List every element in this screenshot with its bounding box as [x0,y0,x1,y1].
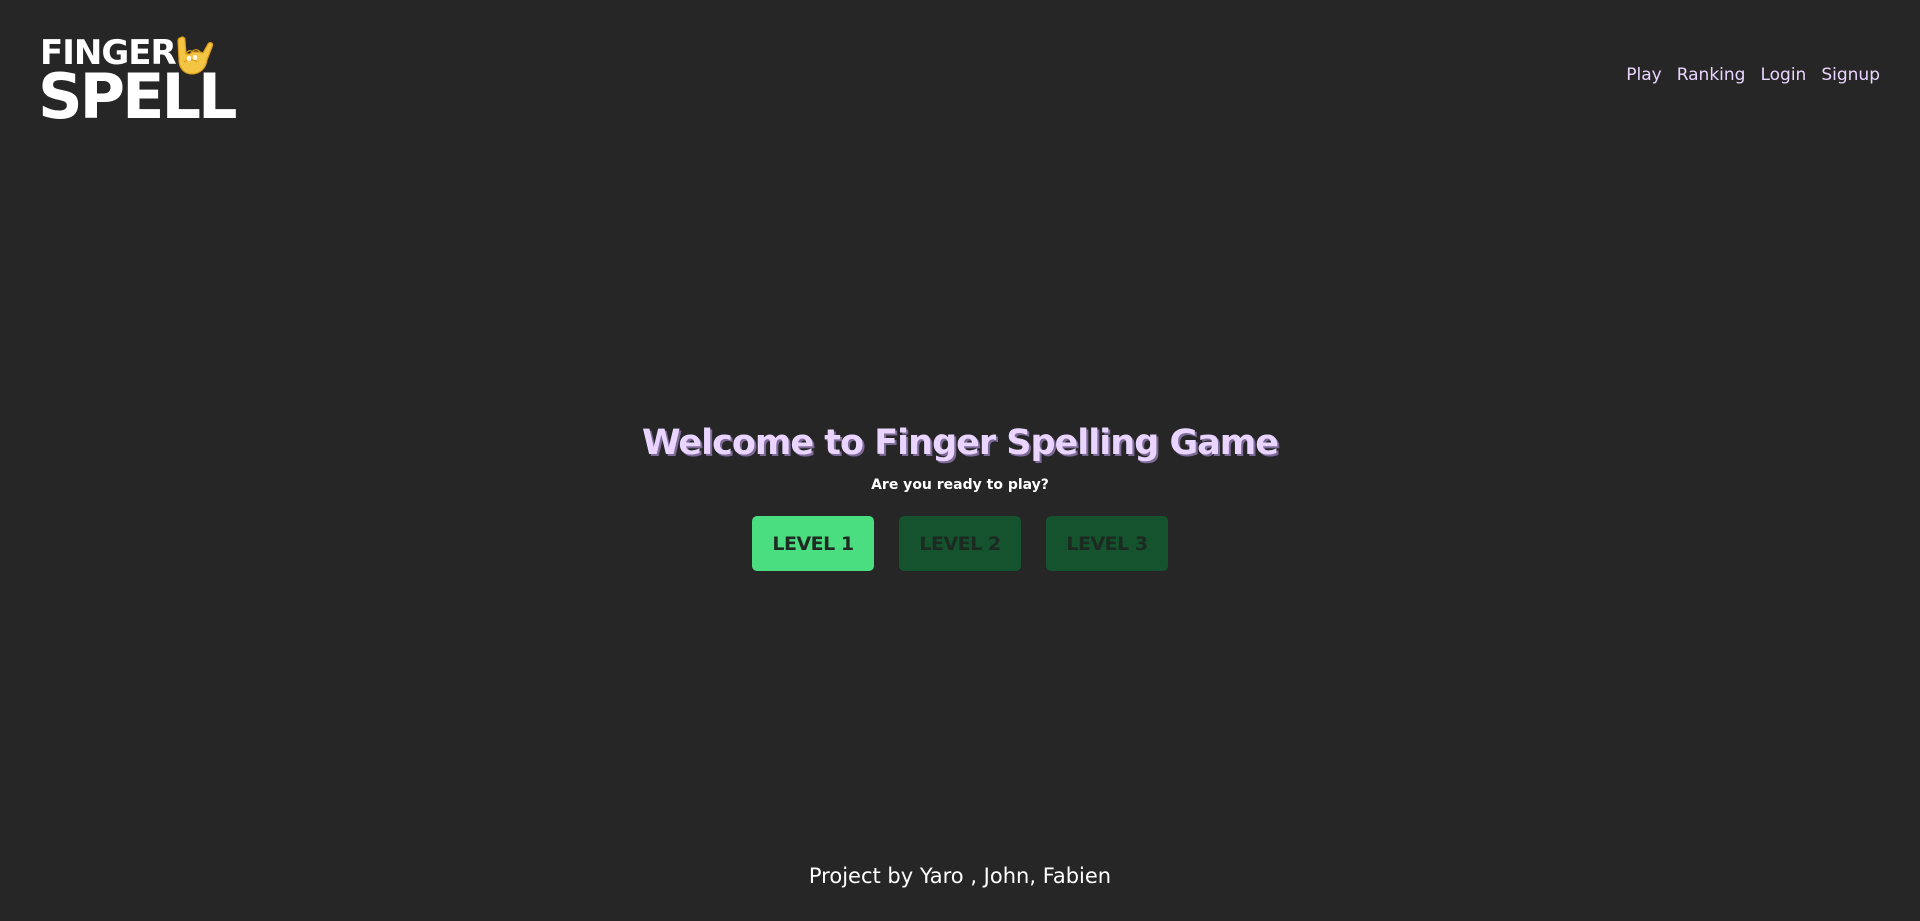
page-subtitle: Are you ready to play? [871,477,1049,493]
nav-link-login[interactable]: Login [1760,65,1806,85]
nav-link-play[interactable]: Play [1626,65,1661,85]
top-nav: Play Ranking Login Signup [1626,65,1880,85]
level-selector: LEVEL 1 LEVEL 2 LEVEL 3 [0,516,1920,571]
footer-credits: Project by Yaro , John, Fabien [808,864,1112,888]
level-1-button[interactable]: LEVEL 1 [752,516,874,571]
nav-link-ranking[interactable]: Ranking [1677,65,1746,85]
hero-section: Welcome to Finger Spelling Game Are you … [0,418,1920,571]
level-3-button[interactable]: LEVEL 3 [1046,516,1168,571]
nav-link-signup[interactable]: Signup [1821,65,1880,85]
rock-hand-icon [177,36,214,75]
logo[interactable]: FINGER SPELL [38,30,237,130]
level-2-button[interactable]: LEVEL 2 [899,516,1021,571]
page-title: Welcome to Finger Spelling Game [642,423,1279,463]
